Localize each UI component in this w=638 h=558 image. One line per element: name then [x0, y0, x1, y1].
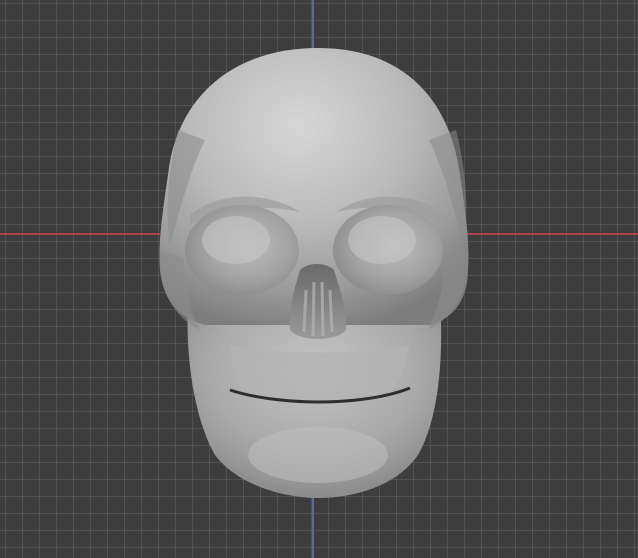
skull-model[interactable]	[0, 0, 638, 558]
3d-viewport[interactable]	[0, 0, 638, 558]
